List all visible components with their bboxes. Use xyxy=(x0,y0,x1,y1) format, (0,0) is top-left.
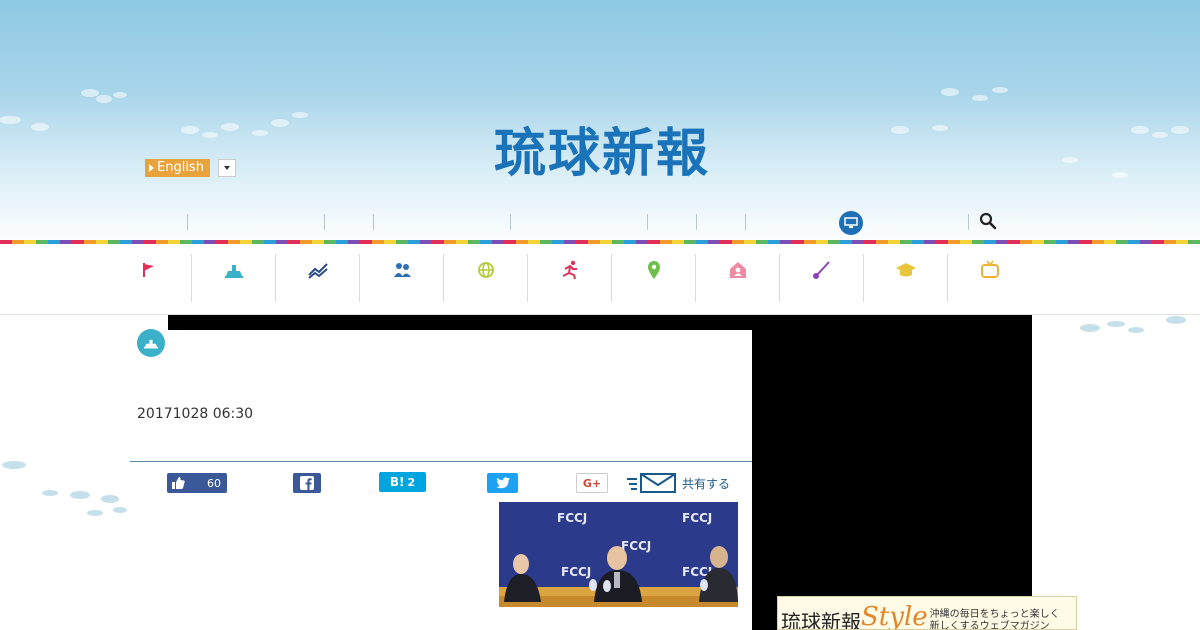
nav-divider xyxy=(968,214,969,230)
language-switcher[interactable]: English xyxy=(145,159,236,177)
hatena-count: 2 xyxy=(407,475,416,489)
chart-line-icon xyxy=(307,263,328,279)
category-education[interactable] xyxy=(864,254,948,302)
sidebar-ad-placeholder xyxy=(752,315,1032,630)
category-flag[interactable] xyxy=(108,254,192,302)
banner-logo: 琉球新報 xyxy=(781,610,861,630)
category-people[interactable] xyxy=(360,254,444,302)
tv-icon xyxy=(981,260,999,278)
house-icon xyxy=(729,262,746,278)
mail-icon xyxy=(627,473,676,493)
share-menu-button[interactable]: 共有する xyxy=(627,472,730,494)
article-photo[interactable]: FCCJ FCCJ FCCJ FCCJ FCCJ xyxy=(499,502,738,607)
article-divider xyxy=(130,461,752,462)
category-culture[interactable] xyxy=(780,254,864,302)
fccj-backdrop-label: FCCJ xyxy=(561,565,591,579)
banner-tagline-line-1: 沖縄の毎日をちょっと楽しく xyxy=(929,609,1060,620)
twitter-bird-icon xyxy=(495,477,510,489)
government-building-icon xyxy=(224,265,243,278)
facebook-like-button[interactable]: 60 xyxy=(167,473,227,493)
fccj-backdrop-label: FCCJ xyxy=(682,511,712,525)
category-tv[interactable] xyxy=(948,254,1032,302)
banner-tagline-line-2: 新しくするウェブマガジン xyxy=(929,621,1050,630)
banner-style-word: Style xyxy=(861,602,928,630)
category-sports[interactable] xyxy=(528,254,612,302)
english-label: English xyxy=(157,160,204,175)
category-nav xyxy=(108,254,1032,302)
people-icon xyxy=(393,263,411,277)
banner-tagline: 沖縄の毎日をちょっと楽しく 新しくするウェブマガジン xyxy=(928,597,1060,630)
twitter-share-button[interactable] xyxy=(487,473,518,493)
article-category-badge[interactable] xyxy=(137,329,165,357)
nav-divider xyxy=(696,214,697,230)
hatena-bookmark-button[interactable]: B! 2 xyxy=(379,472,426,492)
category-local[interactable] xyxy=(612,254,696,302)
category-world[interactable] xyxy=(444,254,528,302)
category-government[interactable] xyxy=(192,254,276,302)
nav-divider xyxy=(745,214,746,230)
chevron-down-icon xyxy=(223,166,230,170)
fish-decoration-icon xyxy=(0,89,308,138)
google-plus-button[interactable]: G+ xyxy=(576,473,608,493)
nav-divider xyxy=(324,214,325,230)
nav-divider xyxy=(373,214,374,230)
fish-decoration-icon xyxy=(1080,316,1186,333)
fccj-backdrop-label: FCCJ xyxy=(557,511,587,525)
nav-divider xyxy=(187,214,188,230)
nav-divider xyxy=(510,214,511,230)
language-dropdown[interactable] xyxy=(217,159,236,177)
like-count: 60 xyxy=(207,476,221,490)
globe-icon xyxy=(477,262,494,278)
thumbs-up-icon xyxy=(172,477,185,489)
hatena-icon: B! xyxy=(389,475,405,489)
category-economy[interactable] xyxy=(276,254,360,302)
site-header: 琉球新報 English xyxy=(0,0,1200,244)
flag-icon xyxy=(142,263,154,277)
press-conference-image: FCCJ FCCJ FCCJ FCCJ FCCJ xyxy=(499,502,738,607)
fccj-backdrop-label: FCCJ xyxy=(621,539,651,553)
decorative-wave-border xyxy=(0,240,1200,244)
fish-decoration-icon xyxy=(891,87,1189,178)
ad-placeholder xyxy=(168,315,752,330)
facebook-share-button[interactable] xyxy=(293,473,321,493)
article-date: 20171028 06:30 xyxy=(137,406,254,422)
nav-divider xyxy=(647,214,648,230)
search-icon[interactable] xyxy=(979,212,997,230)
play-icon xyxy=(149,164,154,172)
runner-icon xyxy=(562,260,577,280)
fish-decoration-icon xyxy=(2,461,127,516)
graduation-cap-icon xyxy=(895,263,916,277)
sanshin-icon xyxy=(812,261,830,279)
government-building-icon xyxy=(144,339,158,349)
category-life[interactable] xyxy=(696,254,780,302)
english-button[interactable]: English xyxy=(145,159,210,177)
pc-view-icon[interactable] xyxy=(839,211,863,235)
style-magazine-banner[interactable]: 琉球新報 Style 沖縄の毎日をちょっと楽しく 新しくするウェブマガジン xyxy=(777,596,1077,630)
facebook-icon xyxy=(300,476,314,490)
map-pin-icon xyxy=(647,261,660,279)
share-label: 共有する xyxy=(682,476,731,491)
site-logo[interactable]: 琉球新報 xyxy=(452,124,752,184)
